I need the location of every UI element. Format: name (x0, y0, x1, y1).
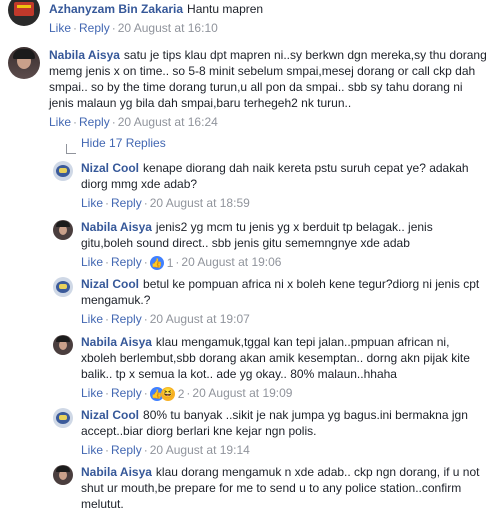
like-button[interactable]: Like (81, 443, 103, 457)
reply: Nizal Cool betul ke pompuan africa ni x b… (53, 276, 493, 327)
comment-actions: Like · Reply · 20 August at 18:59 (81, 196, 250, 210)
reply-button[interactable]: Reply (111, 443, 142, 457)
comment-author[interactable]: Nabila Aisya (49, 48, 120, 62)
reaction-count: 2 (177, 387, 185, 401)
comment-timestamp[interactable]: 20 August at 16:24 (118, 115, 218, 129)
comment-actions: Like · Reply · 20 August at 16:24 (49, 115, 218, 129)
comment-text: 80% tu banyak ..sikit je nak jumpa yg ba… (81, 408, 468, 438)
comment-author[interactable]: Nabila Aisya (81, 465, 152, 479)
comment-text: Hantu mapren (187, 2, 264, 16)
hide-replies-link[interactable]: Hide 17 Replies (62, 136, 166, 154)
comment-timestamp[interactable]: 20 August at 16:10 (118, 21, 218, 35)
reply-button[interactable]: Reply (111, 255, 142, 269)
reaction-summary[interactable]: 👍 1 (149, 255, 174, 271)
reply-arrow-icon (62, 136, 78, 154)
comment-actions: Like · Reply · 20 August at 16:10 (49, 21, 218, 35)
avatar[interactable] (8, 47, 40, 79)
reply-button[interactable]: Reply (111, 196, 142, 210)
comment-actions: Like · Reply · 👍 1 · 20 August at 19:06 (81, 255, 282, 271)
comment-author[interactable]: Nabila Aisya (81, 220, 152, 234)
comment-text: kenape diorang dah naik kereta pstu suru… (81, 161, 469, 191)
comment-timestamp[interactable]: 20 August at 19:09 (192, 386, 292, 400)
reply: Nizal Cool kenape diorang dah naik kereta… (53, 160, 493, 211)
comment-timestamp[interactable]: 20 August at 19:14 (150, 443, 250, 457)
reply-button[interactable]: Reply (111, 312, 142, 326)
like-button[interactable]: Like (81, 196, 103, 210)
reply: Nizal Cool 80% tu banyak ..sikit je nak j… (53, 407, 493, 458)
like-button[interactable]: Like (81, 255, 103, 269)
like-button[interactable]: Like (81, 386, 103, 400)
comment-timestamp[interactable]: 20 August at 19:07 (150, 312, 250, 326)
haha-icon: 😆 (160, 387, 175, 401)
like-button[interactable]: Like (49, 21, 71, 35)
comment-author[interactable]: Nizal Cool (81, 277, 139, 291)
reaction-count: 1 (166, 256, 174, 270)
comment-author[interactable]: Azhanyzam Bin Zakaria (49, 2, 183, 16)
reaction-summary[interactable]: 👍 😆 2 (149, 386, 185, 402)
comment: Nabila Aisya satu je tips klau dpt mapren… (8, 47, 493, 130)
avatar[interactable] (53, 277, 73, 297)
avatar[interactable] (53, 465, 73, 485)
comment-text: betul ke pompuan africa ni x boleh kene … (81, 277, 480, 307)
thumbs-up-icon: 👍 (149, 256, 164, 270)
avatar[interactable] (53, 161, 73, 181)
reply: Nabila Aisya jenis2 yg mcm tu jenis yg x … (53, 219, 493, 271)
reply: Nabila Aisya klau dorang mengamuk n xde a… (53, 464, 493, 512)
avatar[interactable] (53, 335, 73, 355)
like-button[interactable]: Like (49, 115, 71, 129)
comment-actions: Like · Reply · 20 August at 19:14 (81, 443, 250, 457)
comment: Azhanyzam Bin Zakaria Hantu mapren Like · R… (8, 0, 493, 36)
reply-button[interactable]: Reply (79, 115, 110, 129)
reply: Nabila Aisya klau mengamuk,tggal kan tepi… (53, 334, 493, 402)
comment-actions: Like · Reply · 20 August at 19:07 (81, 312, 250, 326)
hide-replies-label: Hide 17 Replies (81, 136, 166, 150)
reply-button[interactable]: Reply (111, 386, 142, 400)
comment-author[interactable]: Nizal Cool (81, 408, 139, 422)
avatar[interactable] (8, 0, 40, 26)
like-button[interactable]: Like (81, 312, 103, 326)
comment-author[interactable]: Nizal Cool (81, 161, 139, 175)
comment-author[interactable]: Nabila Aisya (81, 335, 152, 349)
avatar[interactable] (53, 220, 73, 240)
comment-timestamp[interactable]: 20 August at 18:59 (150, 196, 250, 210)
reply-button[interactable]: Reply (79, 21, 110, 35)
avatar[interactable] (53, 408, 73, 428)
comment-timestamp[interactable]: 20 August at 19:06 (181, 255, 281, 269)
comment-actions: Like · Reply · 👍 😆 2 · 20 August at 19:09 (81, 386, 293, 402)
